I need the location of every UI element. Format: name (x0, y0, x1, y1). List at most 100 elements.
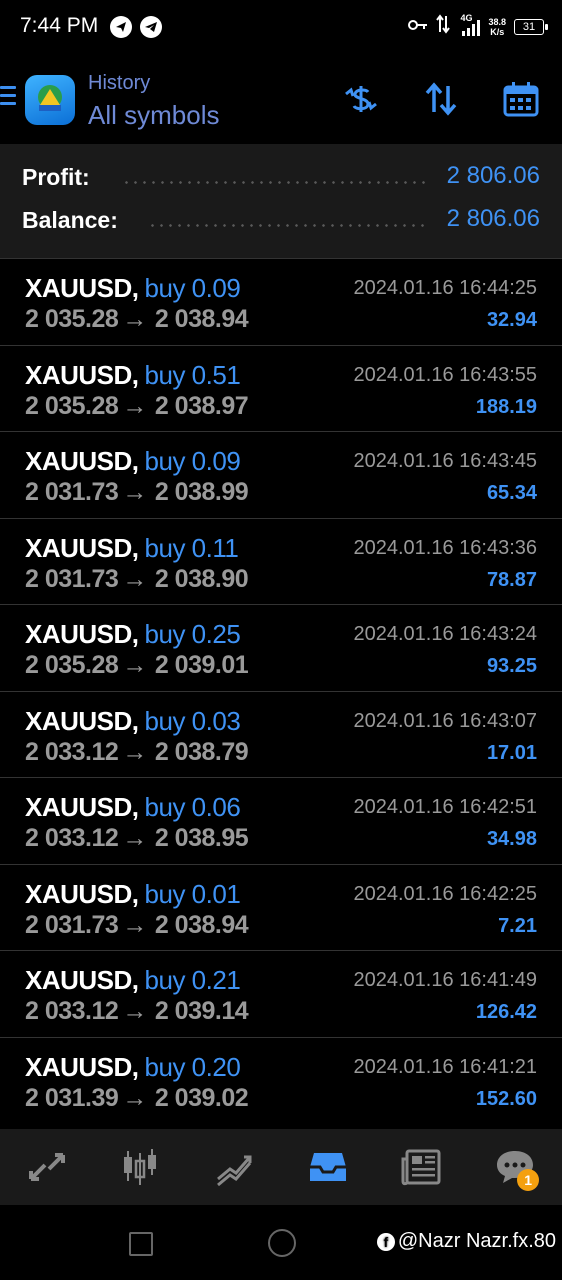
chat-icon[interactable]: 1 (485, 1137, 545, 1197)
trade-symbol: XAUUSD (25, 619, 132, 649)
system-nav-bar: f @Nazr Nazr.fx.80 (0, 1205, 562, 1280)
trade-symbol: XAUUSD (25, 273, 132, 303)
status-bar: 7:44 PM 4G 38.8 K/s 31 (0, 0, 562, 56)
quotes-icon[interactable] (17, 1137, 77, 1197)
menu-icon[interactable] (0, 86, 16, 110)
calendar-icon[interactable] (502, 80, 540, 118)
app-header: History All symbols (0, 56, 562, 144)
dotted-leader (148, 224, 428, 227)
trade-time: 2024.01.16 16:43:36 (353, 536, 537, 559)
trade-row[interactable]: XAUUSD, buy 0.25 2 035.28 → 2 039.01 2024.0… (0, 604, 562, 691)
trade-row[interactable]: XAUUSD, buy 0.09 2 031.73 → 2 038.99 2024.0… (0, 431, 562, 518)
price-arrow: → (122, 824, 147, 852)
header-subtitle: History (88, 72, 151, 94)
balance-row: Balance: 2 806.06 (22, 205, 540, 239)
trade-symbol: XAUUSD (25, 705, 132, 736)
trade-profit: 32.94 (486, 309, 537, 331)
trade-time: 2024.01.16 16:42:51 (353, 796, 537, 818)
chart-icon[interactable] (110, 1137, 170, 1197)
trade-prices: 2 033.12 → 2 038.79 (25, 737, 249, 767)
close-price: 2 038.90 (154, 564, 249, 593)
open-price: 2 035.28 (25, 651, 119, 679)
open-price: 2 031.73 (25, 564, 119, 593)
trade-profit: 65.34 (486, 482, 537, 504)
trade-symbol: XAUUSD (25, 965, 132, 995)
separator: , (131, 619, 139, 649)
trade-title: XAUUSD, buy 0.09 (25, 273, 241, 304)
trade-profit: 34.98 (486, 828, 537, 850)
dotted-leader (122, 181, 428, 184)
sort-icon[interactable] (422, 80, 460, 118)
home-button[interactable] (268, 1229, 296, 1257)
profit-label: Profit: (22, 164, 90, 190)
trade-title: XAUUSD, buy 0.09 (25, 446, 241, 477)
separator: , (131, 359, 139, 390)
balance-value: 2 806.06 (446, 205, 540, 232)
trade-icon[interactable] (204, 1137, 264, 1197)
separator: , (131, 878, 139, 909)
trade-prices: 2 031.73 → 2 038.94 (25, 910, 249, 940)
trade-side: buy 0.06 (144, 792, 241, 822)
trade-profit: 152.60 (475, 1087, 537, 1110)
trade-title: XAUUSD, buy 0.25 (25, 619, 241, 650)
price-arrow: → (122, 478, 147, 506)
trade-title: XAUUSD, buy 0.21 (25, 965, 241, 996)
history-icon[interactable] (298, 1137, 358, 1197)
trade-side: buy 0.20 (144, 1051, 241, 1082)
separator: , (131, 1051, 139, 1082)
dollar-sync-icon[interactable] (342, 80, 380, 118)
trade-row[interactable]: XAUUSD, buy 0.06 2 033.12 → 2 038.95 2024.0… (0, 777, 562, 864)
metatrader-logo (25, 75, 75, 125)
open-price: 2 033.12 (25, 737, 119, 766)
close-price: 2 038.99 (154, 478, 249, 506)
trade-row[interactable]: XAUUSD, buy 0.01 2 031.73 → 2 038.94 2024.0… (0, 863, 562, 951)
open-price: 2 031.73 (25, 478, 119, 506)
close-price: 2 039.02 (154, 1083, 249, 1112)
trade-prices: 2 031.39 → 2 039.02 (25, 1083, 249, 1113)
trade-title: XAUUSD, buy 0.03 (25, 705, 241, 737)
network-speed: 38.8 K/s (488, 17, 506, 37)
trade-row[interactable]: XAUUSD, buy 0.11 2 031.73 → 2 038.90 2024.0… (0, 517, 562, 605)
trade-row[interactable]: XAUUSD, buy 0.21 2 033.12 → 2 039.14 2024.0… (0, 950, 562, 1037)
trade-prices: 2 031.73 → 2 038.99 (25, 478, 249, 507)
price-arrow: → (122, 651, 147, 679)
trade-side: buy 0.03 (144, 705, 241, 736)
news-icon[interactable] (391, 1137, 451, 1197)
trade-row[interactable]: XAUUSD, buy 0.09 2 035.28 → 2 038.94 2024.0… (0, 258, 562, 345)
trade-symbol: XAUUSD (25, 359, 132, 390)
battery-icon: 31 (514, 18, 548, 35)
trade-time: 2024.01.16 16:43:45 (353, 450, 537, 472)
trade-side: buy 0.51 (144, 359, 241, 390)
trade-time: 2024.01.16 16:42:25 (353, 882, 537, 905)
trade-row[interactable]: XAUUSD, buy 0.20 2 031.39 → 2 039.02 2024.0… (0, 1036, 562, 1124)
trade-symbol: XAUUSD (25, 1051, 132, 1082)
close-price: 2 038.95 (154, 824, 249, 852)
trade-side: buy 0.21 (144, 965, 241, 995)
close-price: 2 038.79 (154, 737, 249, 766)
speed-value: 38.8 (488, 16, 506, 27)
separator: , (131, 532, 139, 563)
status-time: 7:44 PM (20, 14, 99, 37)
close-price: 2 038.97 (154, 391, 249, 420)
trade-row[interactable]: XAUUSD, buy 0.51 2 035.28 → 2 038.97 2024.0… (0, 344, 562, 432)
trade-symbol: XAUUSD (25, 878, 132, 909)
watermark: f @Nazr Nazr.fx.80 (376, 1230, 556, 1253)
trade-profit: 188.19 (475, 395, 537, 418)
header-title[interactable]: All symbols (88, 100, 219, 131)
price-arrow: → (122, 564, 147, 593)
recents-button[interactable] (129, 1232, 153, 1256)
trade-prices: 2 031.73 → 2 038.90 (25, 564, 249, 594)
price-arrow: → (122, 997, 147, 1025)
trade-side: buy 0.11 (144, 532, 239, 563)
trade-time: 2024.01.16 16:43:07 (353, 709, 537, 732)
trade-side: buy 0.09 (144, 273, 241, 303)
open-price: 2 031.73 (25, 910, 119, 939)
trade-symbol: XAUUSD (25, 532, 132, 563)
trade-prices: 2 033.12 → 2 039.14 (25, 997, 249, 1026)
open-price: 2 033.12 (25, 997, 119, 1025)
status-right-icons: 4G 38.8 K/s 31 (408, 13, 548, 39)
notification-icons (110, 16, 162, 38)
trade-row[interactable]: XAUUSD, buy 0.03 2 033.12 → 2 038.79 2024.0… (0, 690, 562, 778)
data-transfer-icon (436, 14, 451, 39)
send-notification-icon (110, 16, 132, 38)
